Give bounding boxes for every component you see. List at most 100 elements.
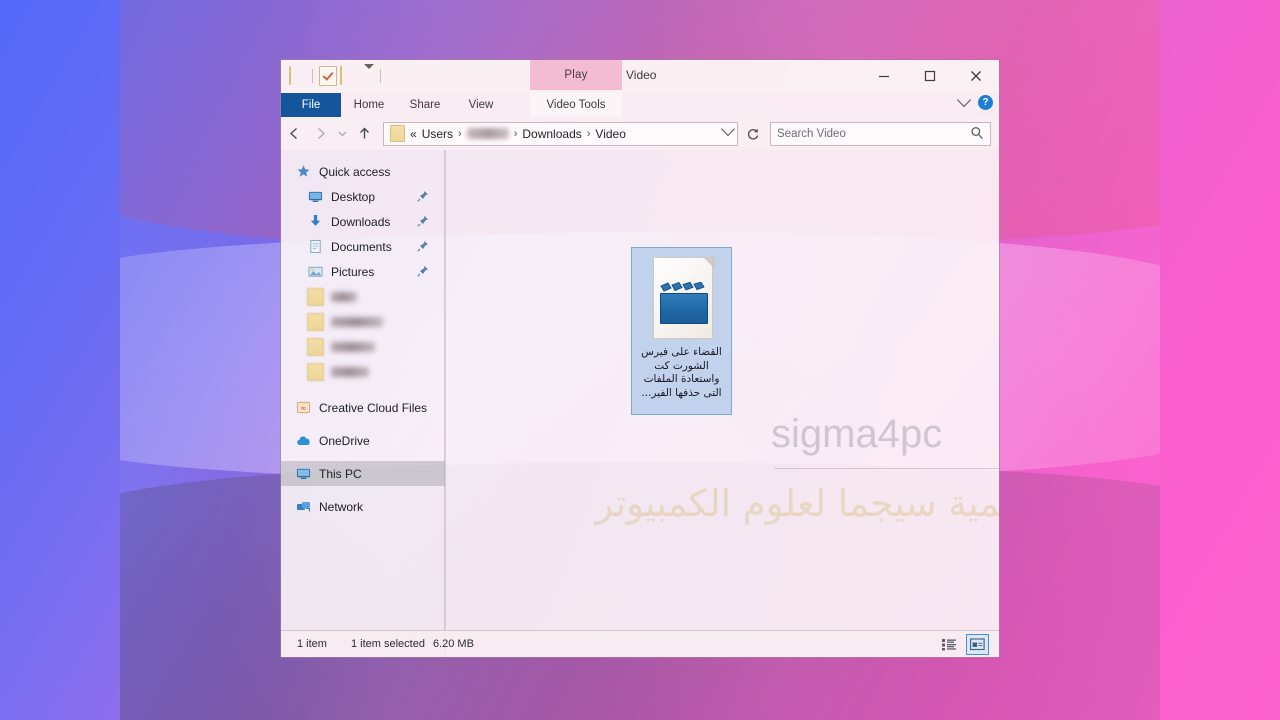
breadcrumb-item-downloads[interactable]: Downloads [522, 127, 581, 141]
sidebar-item-quick-access[interactable]: Quick access [281, 159, 445, 184]
sidebar-label: Quick access [319, 164, 391, 179]
tab-share[interactable]: Share [397, 93, 453, 117]
folder-icon [307, 312, 324, 331]
breadcrumb[interactable]: « Users › › Downloads › Video [383, 121, 738, 146]
sidebar-label: Network [319, 499, 364, 514]
status-item-count: 1 item [297, 638, 327, 650]
video-file-icon [649, 257, 715, 339]
contextual-tab-header[interactable]: Play [530, 60, 622, 90]
details-view-button[interactable] [939, 635, 960, 654]
back-arrow-icon[interactable] [281, 121, 307, 147]
pin-icon[interactable] [417, 265, 429, 277]
sidebar-item-network[interactable]: Network [281, 494, 445, 519]
explorer-content: Quick access Desktop Downloads Documents… [281, 150, 999, 657]
breadcrumb-item-users[interactable]: Users [422, 127, 453, 141]
breadcrumb-item-video[interactable]: Video [595, 127, 625, 141]
screenshot-root: Play Video File Home Share View Video To… [0, 0, 1280, 720]
forward-arrow-icon[interactable] [307, 121, 333, 147]
sidebar-item-blurred-4[interactable] [281, 359, 445, 384]
onedrive-icon [295, 432, 312, 449]
sidebar-item-blurred-2[interactable] [281, 309, 445, 334]
large-icons-view-button[interactable] [966, 634, 989, 655]
red-arrow-annotation-icon [994, 318, 999, 380]
file-name: القضاء على فيرس الشورت كت واستعادة الملف… [635, 346, 729, 400]
tab-video-tools[interactable]: Video Tools [530, 93, 622, 117]
star-icon [295, 163, 312, 180]
sidebar-item-creative-cloud-files[interactable]: ∞ Creative Cloud Files [281, 395, 445, 420]
file-list-item[interactable]: القضاء على فيرس الشورت كت واستعادة الملف… [631, 247, 732, 415]
window-title: Video [626, 68, 657, 82]
breadcrumb-folder-icon [390, 125, 405, 142]
pin-icon[interactable] [417, 240, 429, 252]
desktop-icon [307, 188, 324, 205]
creative-cloud-icon: ∞ [295, 399, 312, 416]
quick-access-toolbar [289, 64, 384, 87]
status-bar: 1 item 1 item selected 6.20 MB [281, 630, 999, 657]
pin-icon[interactable] [417, 190, 429, 202]
sidebar-item-pictures[interactable]: Pictures [281, 259, 445, 284]
sidebar-label-blurred [331, 366, 369, 377]
refresh-icon[interactable] [740, 121, 766, 147]
breadcrumb-dropdown-icon[interactable] [720, 121, 736, 136]
sidebar-item-desktop[interactable]: Desktop [281, 184, 445, 209]
breadcrumb-overflow[interactable]: « [410, 127, 417, 141]
view-mode-buttons [939, 634, 989, 655]
file-explorer-window: Play Video File Home Share View Video To… [281, 60, 999, 657]
tab-view[interactable]: View [453, 93, 509, 117]
properties-icon[interactable] [319, 66, 337, 86]
close-button[interactable] [953, 60, 999, 91]
breadcrumb-separator-2[interactable]: › [514, 128, 518, 140]
sidebar-item-documents[interactable]: Documents [281, 234, 445, 259]
minimize-button[interactable] [861, 60, 907, 91]
pictures-icon [307, 263, 324, 280]
sidebar-item-blurred-1[interactable] [281, 284, 445, 309]
sidebar-label: Pictures [331, 264, 375, 279]
new-folder-icon[interactable] [340, 65, 357, 86]
breadcrumb-item-user[interactable] [466, 128, 509, 139]
status-selection: 1 item selected [350, 638, 425, 650]
navigation-pane: Quick access Desktop Downloads Documents… [281, 150, 446, 657]
search-input[interactable]: Search Video [770, 121, 991, 146]
folder-icon [307, 287, 324, 306]
sidebar-label-blurred [331, 291, 357, 302]
tab-home[interactable]: Home [341, 93, 397, 117]
chevron-down-icon[interactable] [956, 92, 972, 107]
sidebar-item-blurred-3[interactable] [281, 334, 445, 359]
pane-divider [444, 150, 445, 657]
sidebar-label: Documents [331, 239, 392, 254]
file-name-line-3: واستعادة الملفات [643, 373, 720, 385]
toolbar-divider [312, 69, 313, 83]
maximize-button[interactable] [907, 60, 953, 91]
sidebar-label: OneDrive [319, 433, 370, 448]
file-name-line-2: الشورت كت [654, 359, 709, 372]
title-bar: Play Video [281, 60, 999, 93]
up-arrow-icon[interactable] [351, 121, 377, 147]
tab-file[interactable]: File [281, 93, 341, 117]
watermark-arabic-text: اكاديمية سيجما لعلوم الكمبيوتر [595, 482, 999, 525]
sidebar-label: Creative Cloud Files [319, 400, 428, 415]
sidebar-item-this-pc[interactable]: This PC [281, 461, 445, 486]
customize-dropdown-icon[interactable] [360, 64, 374, 86]
ribbon-tab-bar: File Home Share View Video Tools ? [281, 92, 999, 117]
search-icon[interactable] [970, 126, 984, 143]
sidebar-label: Desktop [331, 189, 376, 204]
folder-icon [307, 362, 324, 381]
recent-locations-icon[interactable] [333, 121, 351, 147]
breadcrumb-separator-3[interactable]: › [587, 128, 591, 140]
clapperboard-top-icon [659, 282, 705, 292]
this-pc-icon [295, 465, 312, 482]
sidebar-label: Downloads [331, 214, 391, 229]
svg-text:∞: ∞ [300, 403, 306, 412]
file-list-pane[interactable]: sigma4pc اكاديمية سيجما لعلوم الكمبيوتر [446, 150, 999, 657]
status-size: 6.20 MB [432, 638, 474, 650]
folder-icon [307, 337, 324, 356]
help-icon[interactable]: ? [978, 95, 993, 110]
folder-icon[interactable] [289, 65, 306, 86]
window-controls [861, 60, 999, 91]
sidebar-item-downloads[interactable]: Downloads [281, 209, 445, 234]
pin-icon[interactable] [417, 215, 429, 227]
documents-icon [307, 238, 324, 255]
breadcrumb-separator-1[interactable]: › [458, 128, 462, 140]
sidebar-item-onedrive[interactable]: OneDrive [281, 428, 445, 453]
toolbar-divider-2 [380, 69, 381, 83]
